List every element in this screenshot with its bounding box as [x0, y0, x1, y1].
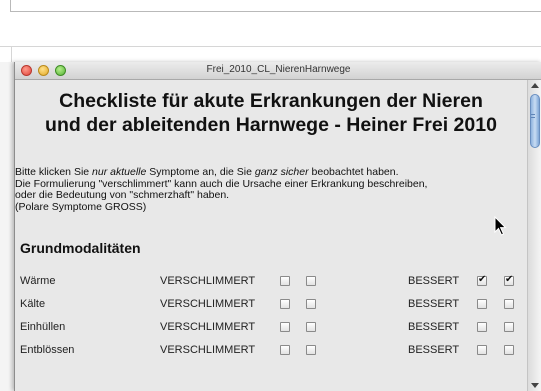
worse-label: VERSCHLIMMERT: [160, 321, 256, 333]
instructions-emphasis: ganz sicher: [254, 166, 309, 178]
background-panel: [10, 0, 541, 12]
window-title: Frei_2010_CL_NierenHarnwege: [206, 64, 351, 75]
worse-label: VERSCHLIMMERT: [160, 275, 256, 287]
worse-checkbox-2[interactable]: [306, 276, 316, 286]
worse-checkbox-1[interactable]: [280, 299, 290, 309]
background-gutter: [0, 62, 14, 391]
worse-label: VERSCHLIMMERT: [160, 298, 256, 310]
better-label: BESSERT: [408, 298, 460, 310]
modality-name: Wärme: [20, 275, 56, 287]
instructions-text: Symptome an, die Sie: [146, 166, 255, 178]
checklist-content: Checkliste für akute Erkrankungen der Ni…: [15, 80, 527, 391]
instructions-line1: Bitte klicken Sie nur aktuelle Symptome …: [15, 166, 527, 179]
modality-name: Kälte: [20, 298, 46, 310]
worse-checkbox-1[interactable]: [280, 322, 290, 332]
background-divider: [0, 46, 541, 47]
worse-checkbox-1[interactable]: [280, 276, 290, 286]
background-divider-vertical: [11, 47, 12, 63]
better-checkbox-1[interactable]: [477, 299, 487, 309]
worse-label: VERSCHLIMMERT: [160, 344, 256, 356]
page-title-line1: Checkliste für akute Erkrankungen der Ni…: [59, 90, 483, 112]
arrow-cursor-icon: [494, 216, 507, 236]
better-checkbox-1[interactable]: [477, 322, 487, 332]
modality-row: Entblössen VERSCHLIMMERT BESSERT: [15, 340, 527, 362]
better-checkbox-1[interactable]: [477, 274, 487, 286]
worse-checkbox-2[interactable]: [306, 345, 316, 355]
instructions: Bitte klicken Sie nur aktuelle Symptome …: [15, 166, 527, 213]
scroll-up-icon[interactable]: [531, 83, 539, 88]
better-checkbox-2[interactable]: [504, 345, 514, 355]
instructions-text: beobachtet haben.: [308, 166, 399, 178]
page-title: Checkliste für akute Erkrankungen der Ni…: [15, 89, 527, 137]
modality-name: Einhüllen: [20, 321, 66, 333]
better-checkbox-1[interactable]: [477, 345, 487, 355]
better-checkbox-2[interactable]: [504, 299, 514, 309]
checklist-window: Frei_2010_CL_NierenHarnwege Checkliste f…: [14, 62, 541, 391]
better-checkbox-2[interactable]: [504, 274, 514, 286]
scroll-thumb[interactable]: [530, 94, 540, 148]
scroll-grip-icon: [531, 114, 535, 115]
instructions-emphasis: nur aktuelle: [92, 166, 147, 178]
worse-checkbox-2[interactable]: [306, 322, 316, 332]
modality-row: Einhüllen VERSCHLIMMERT BESSERT: [15, 317, 527, 339]
window-titlebar[interactable]: Frei_2010_CL_NierenHarnwege: [15, 62, 541, 80]
modality-row: Kälte VERSCHLIMMERT BESSERT: [15, 294, 527, 316]
worse-checkbox-1[interactable]: [280, 345, 290, 355]
instructions-text: Bitte klicken Sie: [15, 166, 93, 178]
better-label: BESSERT: [408, 344, 460, 356]
vertical-scrollbar[interactable]: [527, 80, 541, 391]
better-checkbox-2[interactable]: [504, 322, 514, 332]
page-title-line2: und der ableitenden Harnwege - Heiner Fr…: [45, 114, 497, 136]
section-title: Grundmodalitäten: [20, 240, 141, 256]
modality-row: Wärme VERSCHLIMMERT BESSERT: [15, 271, 527, 293]
better-label: BESSERT: [408, 275, 460, 287]
modality-name: Entblössen: [20, 344, 75, 356]
worse-checkbox-2[interactable]: [306, 299, 316, 309]
instructions-line3: oder die Bedeutung von "schmerzhaft" hab…: [15, 189, 230, 201]
instructions-line4: (Polare Symptome GROSS): [15, 200, 147, 213]
scroll-down-icon[interactable]: [531, 383, 539, 388]
better-label: BESSERT: [408, 321, 460, 333]
